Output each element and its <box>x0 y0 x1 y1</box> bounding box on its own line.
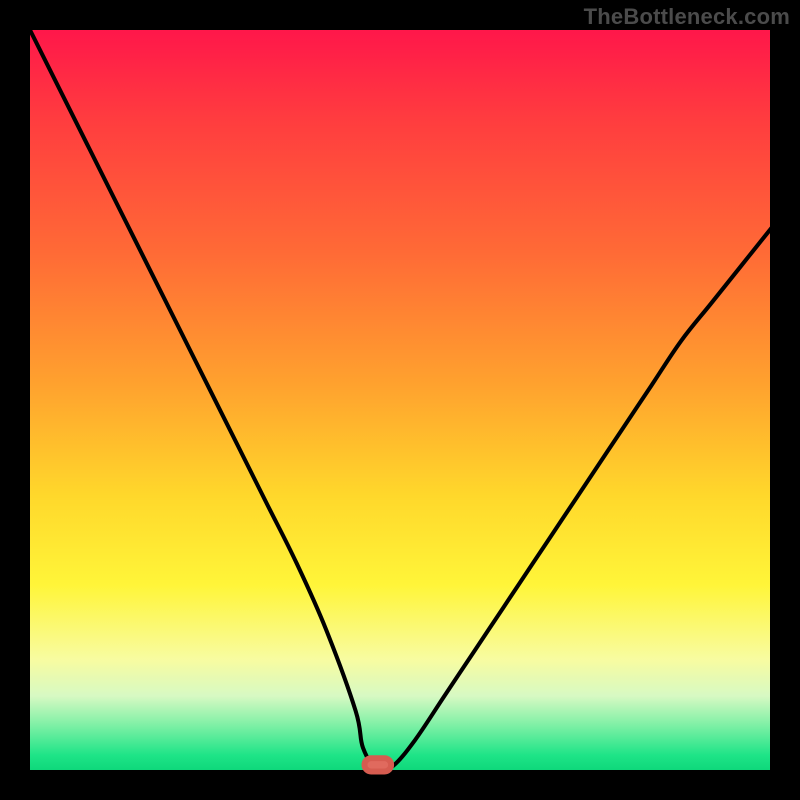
curve-layer <box>30 30 770 770</box>
optimum-marker <box>364 758 391 771</box>
watermark-text: TheBottleneck.com <box>584 4 790 30</box>
plot-area <box>30 30 770 770</box>
chart-stage: TheBottleneck.com <box>0 0 800 800</box>
bottleneck-curve <box>30 30 772 772</box>
